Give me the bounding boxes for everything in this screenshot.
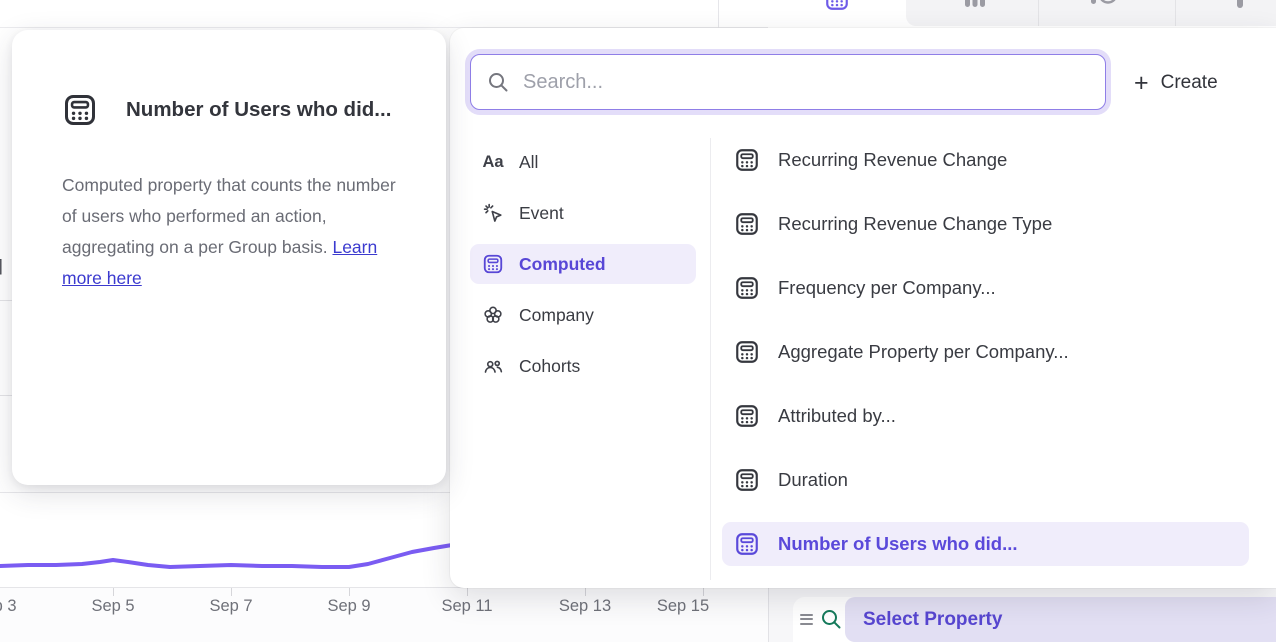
search-box [470, 54, 1106, 110]
property-tooltip-card: Number of Users who did... Computed prop… [12, 30, 446, 485]
axis-tick [113, 588, 114, 596]
select-property-button[interactable]: Select Property [845, 597, 1276, 642]
property-label: Attributed by... [778, 405, 896, 427]
property-label: Aggregate Property per Company... [778, 341, 1069, 363]
property-item-selected[interactable]: Number of Users who did... [722, 522, 1249, 566]
select-property-label: Select Property [863, 609, 1002, 631]
category-label: Cohorts [519, 356, 580, 377]
background-divider [0, 492, 450, 493]
calculator-icon [62, 92, 98, 128]
calculator-icon [482, 253, 504, 275]
create-button[interactable]: + Create [1134, 68, 1218, 98]
metric-board-icon [824, 0, 850, 13]
company-icon [482, 304, 504, 326]
tooltip-description: Computed property that counts the number… [62, 170, 406, 294]
x-axis-area: Sep 3 Sep 5 Sep 7 Sep 9 Sep 11 Sep 13 Se… [0, 588, 769, 642]
panel-divider [710, 138, 711, 580]
search-input[interactable] [523, 71, 1090, 94]
tab-separator [1175, 0, 1176, 26]
axis-tick [349, 588, 350, 596]
axis-tick [467, 588, 468, 596]
cohorts-icon [482, 355, 504, 377]
x-axis-label: Sep 11 [432, 597, 502, 616]
x-axis-label: Sep 3 [0, 597, 30, 616]
calculator-icon [734, 275, 760, 301]
calculator-icon [734, 147, 760, 173]
x-axis-label: Sep 7 [196, 597, 266, 616]
plus-icon: + [1134, 71, 1149, 96]
chart-type-tab-strip [768, 0, 1276, 28]
number-icon[interactable] [1230, 0, 1250, 8]
calculator-icon [734, 403, 760, 429]
category-item-event[interactable]: Event [470, 193, 696, 233]
property-item[interactable]: Frequency per Company... [722, 266, 1249, 310]
category-item-all[interactable]: Aa All [470, 142, 696, 182]
trend-line-chart [0, 535, 460, 588]
bar-chart-icon[interactable] [962, 0, 990, 9]
x-axis-label: Sep 9 [314, 597, 384, 616]
cursor-click-icon [482, 202, 504, 224]
calculator-icon [734, 531, 760, 557]
category-item-cohorts[interactable]: Cohorts [470, 346, 696, 386]
x-axis-label: Sep 15 [648, 597, 718, 616]
property-item[interactable]: Attributed by... [722, 394, 1249, 438]
property-picker-panel: + Create Aa All Event Computed Company C… [450, 28, 1276, 588]
property-list: Recurring Revenue Change Recurring Reven… [722, 138, 1249, 566]
property-label: Duration [778, 469, 848, 491]
trend-line [0, 544, 458, 567]
calculator-icon [734, 467, 760, 493]
page-top-strip [0, 0, 768, 28]
property-item[interactable]: Recurring Revenue Change [722, 138, 1249, 182]
select-property-row: Select Property [793, 597, 1276, 642]
background-fragment-text: ] [0, 256, 3, 276]
calculator-icon [734, 211, 760, 237]
tab-separator [1038, 0, 1039, 26]
tooltip-header: Number of Users who did... [62, 92, 391, 128]
tooltip-title: Number of Users who did... [126, 98, 391, 122]
property-label: Recurring Revenue Change [778, 149, 1007, 171]
tab-active-chart-type[interactable] [768, 0, 906, 28]
property-label: Frequency per Company... [778, 277, 996, 299]
category-label: Event [519, 203, 564, 224]
property-item[interactable]: Duration [722, 458, 1249, 502]
property-item[interactable]: Aggregate Property per Company... [722, 330, 1249, 374]
category-label: All [519, 152, 538, 173]
text-aa-icon: Aa [482, 151, 504, 173]
property-item[interactable]: Recurring Revenue Change Type [722, 202, 1249, 246]
circular-arrow-icon[interactable] [1088, 0, 1122, 10]
category-item-computed[interactable]: Computed [470, 244, 696, 284]
x-axis-label: Sep 13 [550, 597, 620, 616]
footer-divider [768, 588, 769, 642]
axis-tick [703, 588, 704, 596]
calculator-icon [734, 339, 760, 365]
category-list: Aa All Event Computed Company Cohorts [470, 142, 696, 386]
property-label: Recurring Revenue Change Type [778, 213, 1052, 235]
category-label: Computed [519, 254, 606, 275]
axis-tick [231, 588, 232, 596]
axis-tick [585, 588, 586, 596]
category-label: Company [519, 305, 594, 326]
search-icon [486, 70, 510, 94]
create-button-label: Create [1161, 72, 1218, 94]
x-axis-label: Sep 5 [78, 597, 148, 616]
drag-handle-icon[interactable] [800, 614, 813, 625]
search-icon [819, 607, 843, 631]
category-item-company[interactable]: Company [470, 295, 696, 335]
page-top-divider [718, 0, 719, 28]
property-label: Number of Users who did... [778, 533, 1018, 555]
